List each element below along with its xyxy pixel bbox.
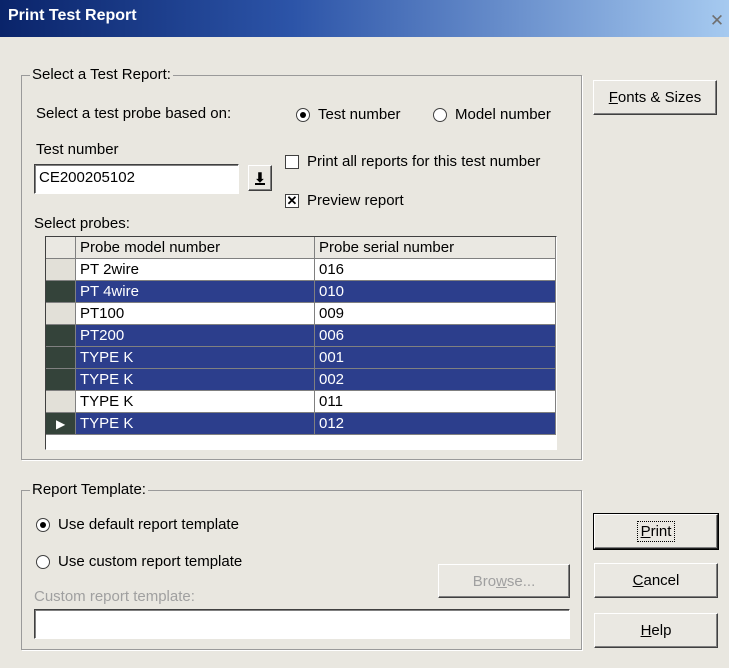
row-selector[interactable]: ▶ <box>46 413 76 435</box>
radio-custom-template-label[interactable]: Use custom report template <box>58 553 242 570</box>
probe-serial-cell: 006 <box>315 325 556 347</box>
close-icon[interactable]: ✕ <box>705 12 729 32</box>
probe-model-cell: PT 4wire <box>76 281 315 303</box>
cancel-label: Cancel <box>632 572 680 589</box>
grid-corner-cell <box>46 237 76 259</box>
probe-model-cell: PT 2wire <box>76 259 315 281</box>
column-header-serial[interactable]: Probe serial number <box>315 237 556 259</box>
table-row[interactable]: PT 2wire 016 <box>46 259 556 281</box>
cancel-button[interactable]: Cancel <box>594 563 718 598</box>
row-selector[interactable] <box>46 347 76 369</box>
fonts-and-sizes-button[interactable]: Fonts & Sizes <box>593 80 717 115</box>
probe-model-cell: TYPE K <box>76 369 315 391</box>
radio-model-number-label[interactable]: Model number <box>455 106 551 123</box>
print-label: Print <box>636 521 676 542</box>
fonts-and-sizes-label: Fonts & Sizes <box>608 89 702 106</box>
title-bar[interactable]: Print Test Report <box>0 0 729 37</box>
radio-default-template[interactable] <box>36 518 50 532</box>
row-selector[interactable] <box>46 281 76 303</box>
table-row[interactable]: ▶ TYPE K 012 <box>46 413 556 435</box>
radio-default-template-label[interactable]: Use default report template <box>58 516 239 533</box>
based-on-label: Select a test probe based on: <box>36 105 232 122</box>
table-row[interactable]: PT 4wire 010 <box>46 281 556 303</box>
window-title: Print Test Report <box>8 7 137 24</box>
probe-serial-cell: 001 <box>315 347 556 369</box>
probe-serial-cell: 010 <box>315 281 556 303</box>
radio-test-number[interactable] <box>296 108 310 122</box>
row-selector[interactable] <box>46 303 76 325</box>
test-number-input[interactable]: CE200205102 <box>34 164 239 194</box>
table-row[interactable]: PT100 009 <box>46 303 556 325</box>
table-row[interactable]: TYPE K 002 <box>46 369 556 391</box>
radio-test-number-label[interactable]: Test number <box>318 106 401 123</box>
probe-model-cell: PT200 <box>76 325 315 347</box>
table-row[interactable]: PT200 006 <box>46 325 556 347</box>
report-template-legend: Report Template: <box>30 481 148 498</box>
current-row-arrow-icon: ▶ <box>56 417 66 431</box>
test-number-dropdown-button[interactable]: ⬇ <box>248 165 272 191</box>
row-selector[interactable] <box>46 259 76 281</box>
grid-header-row: Probe model number Probe serial number <box>46 237 556 259</box>
test-number-label: Test number <box>36 141 119 158</box>
print-button[interactable]: Print <box>593 513 719 550</box>
help-button[interactable]: Help <box>594 613 718 648</box>
help-label: Help <box>640 622 672 639</box>
table-row[interactable]: TYPE K 001 <box>46 347 556 369</box>
row-selector[interactable] <box>46 369 76 391</box>
probe-model-cell: TYPE K <box>76 413 315 435</box>
check-x-icon: ✕ <box>286 193 298 208</box>
preview-report-label[interactable]: Preview report <box>307 192 404 209</box>
probe-grid[interactable]: Probe model number Probe serial number P… <box>45 236 557 450</box>
print-all-label[interactable]: Print all reports for this test number <box>307 153 540 170</box>
browse-label: Browse... <box>472 572 536 590</box>
select-test-report-legend: Select a Test Report: <box>30 66 173 83</box>
select-probes-label: Select probes: <box>34 215 130 232</box>
radio-model-number[interactable] <box>433 108 447 122</box>
preview-report-checkbox[interactable]: ✕ <box>285 194 299 208</box>
probe-serial-cell: 016 <box>315 259 556 281</box>
row-selector[interactable] <box>46 391 76 413</box>
table-row[interactable]: TYPE K 011 <box>46 391 556 413</box>
test-number-value: CE200205102 <box>39 169 135 186</box>
probe-serial-cell: 009 <box>315 303 556 325</box>
custom-template-label: Custom report template: <box>34 588 195 605</box>
print-all-checkbox[interactable] <box>285 155 299 169</box>
radio-custom-template[interactable] <box>36 555 50 569</box>
browse-button[interactable]: Browse... <box>438 564 570 598</box>
row-selector[interactable] <box>46 325 76 347</box>
probe-model-cell: PT100 <box>76 303 315 325</box>
probe-model-cell: TYPE K <box>76 347 315 369</box>
download-arrow-icon: ⬇ <box>254 169 266 185</box>
column-header-model[interactable]: Probe model number <box>76 237 315 259</box>
probe-serial-cell: 011 <box>315 391 556 413</box>
probe-model-cell: TYPE K <box>76 391 315 413</box>
custom-template-input[interactable] <box>34 609 570 639</box>
probe-serial-cell: 002 <box>315 369 556 391</box>
probe-serial-cell: 012 <box>315 413 556 435</box>
